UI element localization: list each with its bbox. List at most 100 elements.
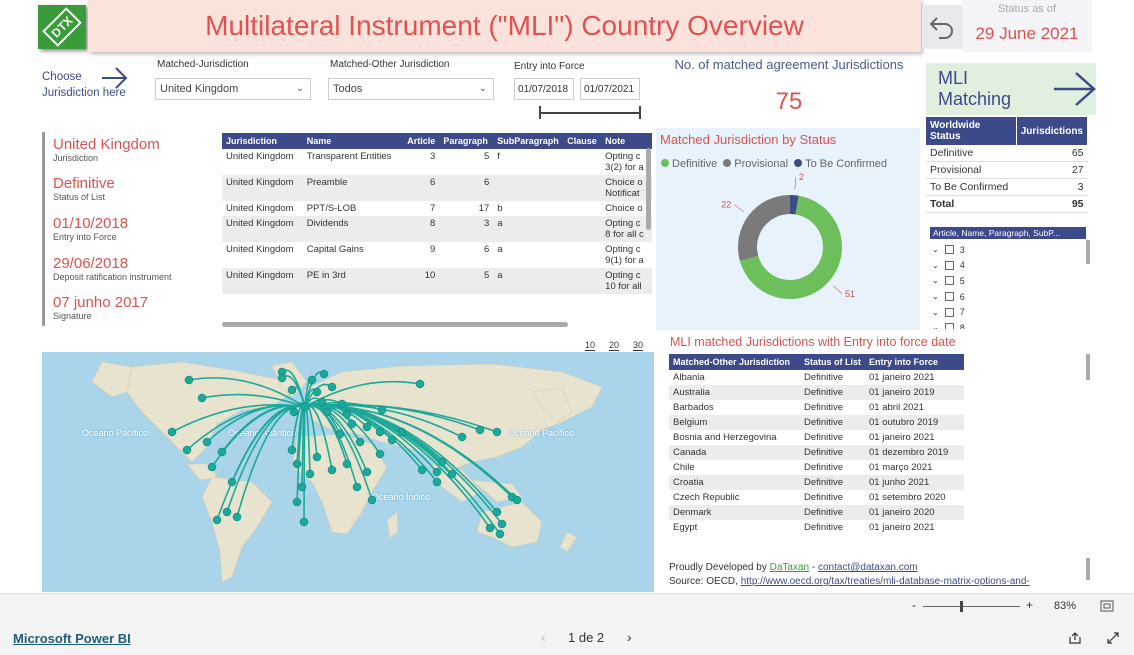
zoom-slider[interactable] — [923, 606, 1020, 607]
entry-to-input[interactable]: 01/07/2021 — [580, 78, 640, 100]
map-point[interactable] — [367, 495, 377, 505]
checkbox[interactable] — [944, 323, 954, 329]
map-point[interactable] — [212, 515, 222, 525]
map-point[interactable] — [335, 429, 345, 439]
map-point[interactable] — [312, 387, 322, 397]
map-point[interactable] — [495, 529, 505, 539]
chevron-down-icon[interactable]: ⌄ — [932, 261, 939, 270]
map-point[interactable] — [492, 507, 502, 517]
entry-scrollbar[interactable] — [1086, 354, 1090, 380]
donut-slice-provisional[interactable] — [738, 195, 790, 261]
map-point[interactable] — [287, 385, 297, 395]
table-row[interactable]: Denmark Definitive 01 janeiro 2020 — [669, 505, 964, 520]
zoom-10[interactable]: 10 — [585, 340, 596, 351]
map-point[interactable] — [337, 399, 347, 409]
map-point[interactable] — [375, 427, 385, 437]
chevron-down-icon[interactable]: ⌄ — [932, 276, 939, 285]
table-row[interactable]: Egypt Definitive 01 janeiro 2021 — [669, 520, 964, 535]
zoom-20[interactable]: 20 — [609, 340, 620, 351]
map-point[interactable] — [355, 437, 365, 447]
table-row[interactable]: Canada Definitive 01 dezembro 2019 — [669, 445, 964, 460]
map-point[interactable] — [327, 465, 337, 475]
map-point[interactable] — [292, 459, 302, 469]
col-header[interactable]: Jurisdiction — [222, 133, 303, 149]
mli-matching-button[interactable]: MLI Matching — [926, 63, 1096, 115]
slicer-item[interactable]: ⌄ 5 — [930, 273, 1080, 289]
col-header[interactable]: Article — [403, 133, 440, 149]
table-row[interactable]: United Kingdom Transparent Entities 3 5 f Opt… — [222, 149, 652, 175]
slicer-item[interactable]: ⌄ 4 — [930, 258, 1080, 274]
oecd-link[interactable]: http://www.oecd.org/tax/treaties/mli-dat… — [741, 576, 1030, 587]
map-point[interactable] — [432, 477, 442, 487]
map-point[interactable] — [415, 379, 425, 389]
map-point[interactable] — [352, 482, 362, 492]
col-header[interactable]: Matched-Other Jurisdiction — [669, 354, 800, 370]
table-row[interactable]: Provisional 27 — [926, 161, 1088, 179]
map-point[interactable] — [202, 437, 212, 447]
chevron-down-icon[interactable]: ⌄ — [932, 323, 939, 329]
map-point[interactable] — [277, 373, 287, 383]
prev-page-icon[interactable]: ‹ — [541, 629, 546, 645]
table-row[interactable]: Definitive 65 — [926, 145, 1088, 162]
slider-handle-start[interactable] — [539, 106, 541, 119]
map-point[interactable] — [319, 369, 329, 379]
checkbox[interactable] — [944, 292, 954, 302]
checkbox[interactable] — [944, 260, 954, 270]
table-row[interactable]: United Kingdom Dividends 8 3 a Opting c8 for … — [222, 216, 652, 242]
next-page-icon[interactable]: › — [627, 629, 632, 645]
page-scrollbar[interactable] — [1086, 558, 1090, 580]
map-point[interactable] — [297, 482, 307, 492]
legend-item[interactable]: Provisional — [723, 158, 788, 170]
map-point[interactable] — [182, 445, 192, 455]
map-point[interactable] — [375, 449, 385, 459]
slicer-item[interactable]: ⌄ 8 — [930, 320, 1080, 329]
map-point[interactable] — [305, 469, 315, 479]
col-header[interactable]: Entry into Force — [865, 354, 964, 370]
slicer-item[interactable]: ⌄ 3 — [930, 242, 1080, 258]
table-scrollbar-v[interactable] — [646, 148, 651, 230]
col-header[interactable]: SubParagraph — [493, 133, 564, 149]
map-point[interactable] — [167, 427, 177, 437]
table-row[interactable]: Bosnia and Herzegovina Definitive 01 janei… — [669, 430, 964, 445]
map-point[interactable] — [447, 469, 457, 479]
col-header[interactable]: Status of List — [800, 354, 866, 370]
map-point[interactable] — [437, 457, 447, 467]
table-row[interactable]: United Kingdom PPT/S-LOB 7 17 b Choice o — [222, 201, 652, 216]
map-point[interactable] — [299, 517, 309, 527]
table-row[interactable]: United Kingdom Capital Gains 9 6 a Opting c 9(… — [222, 242, 652, 268]
map-point[interactable] — [497, 519, 507, 529]
table-row[interactable]: United Kingdom Preamble 6 6 Choice o Notifica… — [222, 175, 652, 201]
table-row[interactable]: United Kingdom PE in 3rd 10 5 a Opting c 10 fo… — [222, 268, 652, 294]
map-point[interactable] — [222, 507, 232, 517]
table-row[interactable]: To Be Confirmed 3 — [926, 178, 1088, 196]
map-point[interactable] — [387, 435, 397, 445]
map-point[interactable] — [307, 375, 317, 385]
col-header[interactable]: Clause — [563, 133, 602, 149]
share-icon[interactable] — [1068, 631, 1082, 645]
map-point[interactable] — [475, 425, 485, 435]
table-row[interactable]: Albania Definitive 01 janeiro 2021 — [669, 370, 964, 385]
map-point[interactable] — [342, 459, 352, 469]
map-point[interactable] — [492, 427, 502, 437]
back-button[interactable] — [922, 5, 962, 49]
table-scrollbar-h[interactable] — [222, 322, 568, 327]
donut-chart[interactable]: 51222 — [690, 172, 890, 322]
map-point[interactable] — [347, 419, 357, 429]
fullscreen-icon[interactable] — [1106, 631, 1120, 645]
map-point[interactable] — [289, 407, 299, 417]
fit-page-icon[interactable] — [1100, 600, 1114, 612]
table-row[interactable]: Barbados Definitive 01 abril 2021 — [669, 400, 964, 415]
email-link[interactable]: contact@dataxan.com — [818, 562, 918, 573]
map-point[interactable] — [312, 452, 322, 462]
map-point[interactable] — [227, 477, 237, 487]
col-header[interactable]: Jurisdictions — [1016, 117, 1089, 145]
map-point[interactable] — [300, 402, 310, 412]
slicer-item[interactable]: ⌄ 6 — [930, 289, 1080, 305]
checkbox[interactable] — [944, 276, 954, 286]
zoom-slider-handle[interactable] — [960, 601, 963, 612]
legend-item[interactable]: To Be Confirmed — [794, 158, 887, 170]
col-header[interactable]: Name — [302, 133, 404, 149]
date-range-slider[interactable] — [540, 112, 641, 114]
map-point[interactable] — [217, 447, 227, 457]
slicer-item[interactable]: ⌄ 7 — [930, 304, 1080, 320]
